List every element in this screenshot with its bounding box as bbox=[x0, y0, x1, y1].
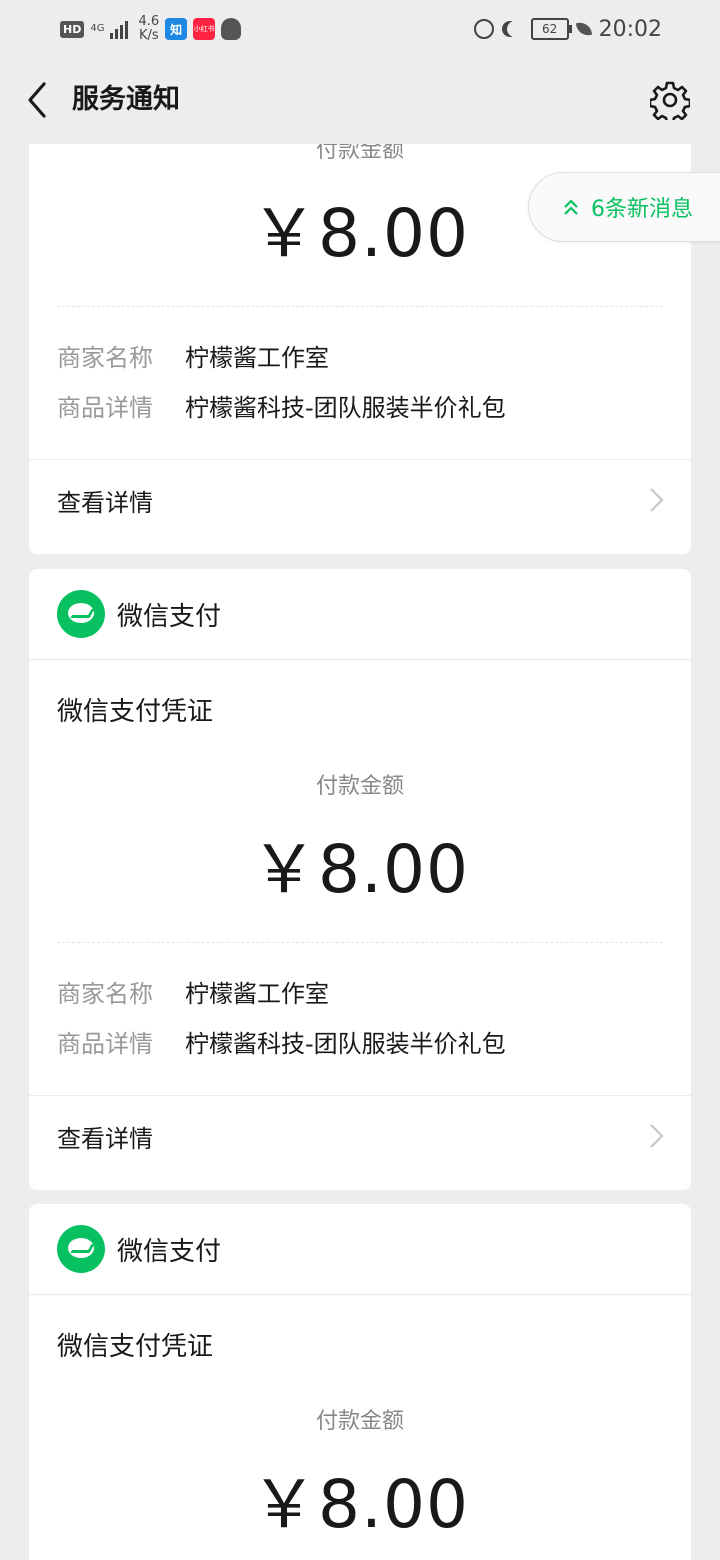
product-row: 商品详情 柠檬酱科技-团队服装半价礼包 bbox=[29, 383, 691, 433]
qq-icon bbox=[221, 18, 242, 40]
merchant-key: 商家名称 bbox=[57, 980, 153, 1008]
hd-icon: HD bbox=[60, 20, 85, 38]
amount-value: ￥8.00 bbox=[251, 1466, 469, 1543]
double-chevron-up-icon bbox=[564, 199, 578, 215]
net-speed-value: 4.6 bbox=[138, 14, 160, 29]
card-header[interactable]: 微信支付 bbox=[29, 1204, 691, 1295]
nav-bar: 服务通知 bbox=[0, 56, 720, 144]
brand-name: 微信支付 bbox=[117, 1236, 222, 1267]
merchant-value: 柠檬酱工作室 bbox=[185, 980, 329, 1008]
leaf-icon bbox=[575, 20, 592, 38]
brand-name: 微信支付 bbox=[117, 601, 222, 632]
view-details-button[interactable]: 查看详情 bbox=[29, 459, 691, 540]
view-details-button[interactable]: 查看详情 bbox=[29, 1095, 691, 1176]
signal-icon bbox=[110, 19, 129, 39]
product-key: 商品详情 bbox=[57, 394, 153, 422]
status-right: 62 20:02 bbox=[473, 12, 662, 46]
product-key: 商品详情 bbox=[57, 1030, 153, 1058]
chevron-left-icon bbox=[28, 82, 46, 118]
dashed-divider bbox=[57, 942, 663, 943]
status-bar: HD 4G 4.6 K/s 知 小红书 62 20:02 bbox=[0, 0, 720, 56]
new-messages-button[interactable]: 6条新消息 bbox=[528, 172, 720, 242]
product-value: 柠檬酱科技-团队服装半价礼包 bbox=[185, 1030, 506, 1058]
dashed-divider bbox=[57, 306, 663, 307]
payment-card: 微信支付 微信支付凭证 付款金额 ￥8.00 bbox=[29, 1204, 691, 1560]
wechat-pay-icon bbox=[57, 590, 105, 638]
merchant-row: 商家名称 柠檬酱工作室 bbox=[29, 333, 691, 383]
back-button[interactable] bbox=[22, 80, 62, 120]
net-speed: 4.6 K/s bbox=[138, 15, 159, 43]
page-title: 服务通知 bbox=[72, 84, 180, 115]
screen: HD 4G 4.6 K/s 知 小红书 62 20:02 服务通知 付款金额 ￥… bbox=[0, 0, 720, 1560]
card-title: 微信支付凭证 bbox=[57, 1332, 214, 1362]
net-speed-unit: K/s bbox=[138, 28, 159, 43]
chevron-right-icon bbox=[650, 1124, 664, 1148]
amount-value: ￥8.00 bbox=[251, 831, 469, 908]
zhihu-icon: 知 bbox=[165, 18, 188, 40]
battery-icon: 62 bbox=[530, 18, 572, 40]
wechat-pay-icon bbox=[57, 1225, 105, 1273]
chevron-right-icon bbox=[650, 488, 664, 512]
view-details-label: 查看详情 bbox=[57, 1124, 153, 1153]
amount-label: 付款金额 bbox=[315, 144, 404, 163]
notification-list[interactable]: 付款金额 ￥8.00 商家名称 柠檬酱工作室 商品详情 柠檬酱科技-团队服装半价… bbox=[0, 144, 720, 1560]
moon-icon bbox=[507, 21, 523, 37]
status-time: 20:02 bbox=[598, 16, 662, 42]
amount-label: 付款金额 bbox=[315, 774, 404, 799]
merchant-key: 商家名称 bbox=[57, 344, 153, 372]
new-messages-label: 6条新消息 bbox=[591, 197, 693, 222]
merchant-value: 柠檬酱工作室 bbox=[185, 344, 329, 372]
product-row: 商品详情 柠檬酱科技-团队服装半价礼包 bbox=[29, 1019, 691, 1069]
gear-icon bbox=[648, 81, 692, 125]
product-value: 柠檬酱科技-团队服装半价礼包 bbox=[185, 394, 506, 422]
payment-card: 微信支付 微信支付凭证 付款金额 ￥8.00 商家名称 柠檬酱工作室 商品详情 … bbox=[29, 569, 691, 1190]
alarm-icon bbox=[473, 19, 494, 39]
view-details-label: 查看详情 bbox=[57, 488, 153, 517]
card-title: 微信支付凭证 bbox=[57, 697, 214, 727]
settings-button[interactable] bbox=[648, 80, 692, 125]
card-header[interactable]: 微信支付 bbox=[29, 569, 691, 660]
network-type-icon: 4G bbox=[90, 23, 105, 34]
status-left: HD 4G 4.6 K/s 知 小红书 bbox=[60, 12, 242, 46]
amount-label: 付款金额 bbox=[315, 1409, 404, 1434]
xiaohongshu-icon: 小红书 bbox=[193, 18, 216, 40]
merchant-row: 商家名称 柠檬酱工作室 bbox=[29, 969, 691, 1019]
